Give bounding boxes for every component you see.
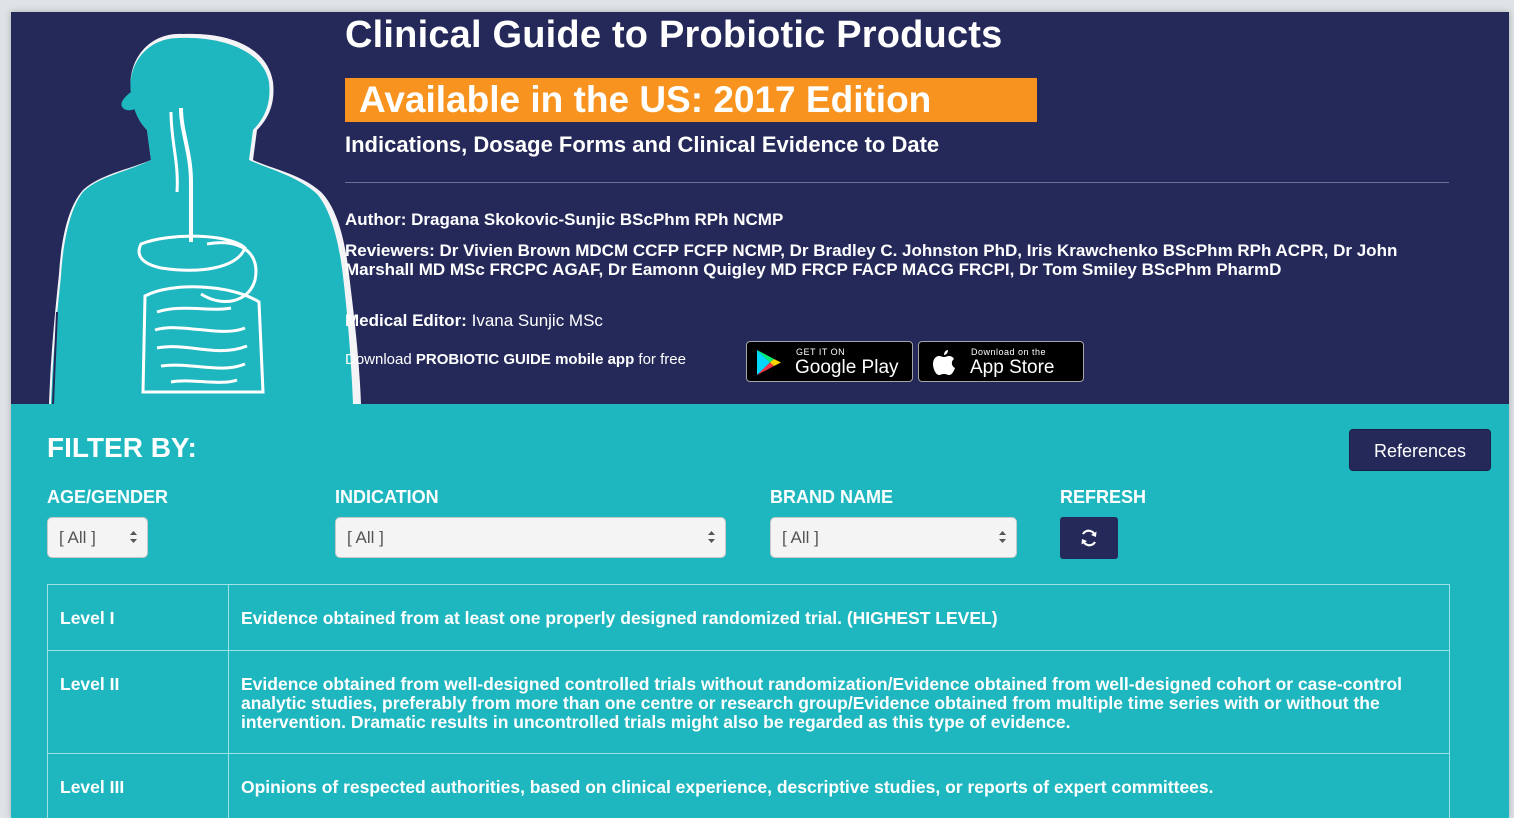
editor-line: Medical Editor: Ivana Sunjic MSc xyxy=(345,311,1455,330)
google-play-big-text: Google Play xyxy=(795,357,899,378)
level-description: Opinions of respected authorities, based… xyxy=(228,753,1450,818)
app-store-button[interactable]: Download on the App Store xyxy=(918,341,1084,382)
refresh-icon xyxy=(1081,529,1097,547)
level-cell: Level III xyxy=(47,753,229,818)
download-app-name: PROBIOTIC GUIDE mobile app xyxy=(415,351,635,368)
reviewers-names: Dr Vivien Brown MDCM CCFP FCFP NCMP, Dr … xyxy=(345,241,1398,279)
table-row: Level II Evidence obtained from well-des… xyxy=(47,650,1450,754)
select-arrows-icon xyxy=(999,531,1006,543)
page: Clinical Guide to Probiotic Products Ava… xyxy=(11,12,1509,818)
google-play-button[interactable]: GET IT ON Google Play xyxy=(746,341,913,382)
google-play-small-text: GET IT ON xyxy=(796,347,846,357)
references-button[interactable]: References xyxy=(1349,429,1491,471)
editor-name: Ivana Sunjic MSc xyxy=(471,311,603,330)
select-arrows-icon xyxy=(708,531,715,543)
editor-label: Medical Editor: xyxy=(345,311,467,330)
download-text: Download PROBIOTIC GUIDE mobile app for … xyxy=(345,351,686,368)
page-subtitle: Indications, Dosage Forms and Clinical E… xyxy=(345,132,940,157)
apple-icon xyxy=(933,350,955,375)
refresh-button[interactable] xyxy=(1060,517,1118,559)
google-play-icon xyxy=(757,350,781,375)
indication-label: INDICATION xyxy=(335,487,439,507)
author-name: Dragana Skokovic-Sunjic BScPhm RPh NCMP xyxy=(411,210,784,229)
filter-title: FILTER BY: xyxy=(47,432,197,463)
evidence-levels-table: Level I Evidence obtained from at least … xyxy=(47,584,1450,818)
author-label: Author: xyxy=(345,210,407,229)
age-gender-value: [ All ] xyxy=(59,528,96,547)
age-gender-label: AGE/GENDER xyxy=(47,487,169,507)
header-divider xyxy=(345,182,1449,183)
level-cell: Level II xyxy=(47,650,229,754)
refresh-label: REFRESH xyxy=(1060,487,1147,507)
brand-name-label: BRAND NAME xyxy=(770,487,893,507)
page-title: Clinical Guide to Probiotic Products xyxy=(345,14,1003,56)
human-body-illustration xyxy=(49,33,361,404)
brand-name-value: [ All ] xyxy=(782,528,819,547)
brand-name-select[interactable]: [ All ] xyxy=(770,517,1017,558)
level-description: Evidence obtained from at least one prop… xyxy=(228,584,1450,651)
age-gender-select[interactable]: [ All ] xyxy=(47,517,148,558)
download-suffix: for free xyxy=(634,351,686,368)
table-row: Level I Evidence obtained from at least … xyxy=(47,584,1450,651)
download-prefix: Download xyxy=(345,351,416,368)
indication-select[interactable]: [ All ] xyxy=(335,517,726,558)
reviewers-line: Reviewers: Dr Vivien Brown MDCM CCFP FCF… xyxy=(345,241,1455,279)
header-banner: Clinical Guide to Probiotic Products Ava… xyxy=(11,12,1509,404)
level-description: Evidence obtained from well-designed con… xyxy=(228,650,1450,754)
app-store-small-text: Download on the xyxy=(971,347,1047,357)
author-line: Author: Dragana Skokovic-Sunjic BScPhm R… xyxy=(345,210,1455,229)
reviewers-label: Reviewers: xyxy=(345,241,435,260)
level-cell: Level I xyxy=(47,584,229,651)
table-row: Level III Opinions of respected authorit… xyxy=(47,753,1450,818)
app-store-big-text: App Store xyxy=(970,357,1055,378)
edition-banner: Available in the US: 2017 Edition xyxy=(345,78,1037,122)
indication-value: [ All ] xyxy=(347,528,384,547)
select-arrows-icon xyxy=(130,531,137,543)
